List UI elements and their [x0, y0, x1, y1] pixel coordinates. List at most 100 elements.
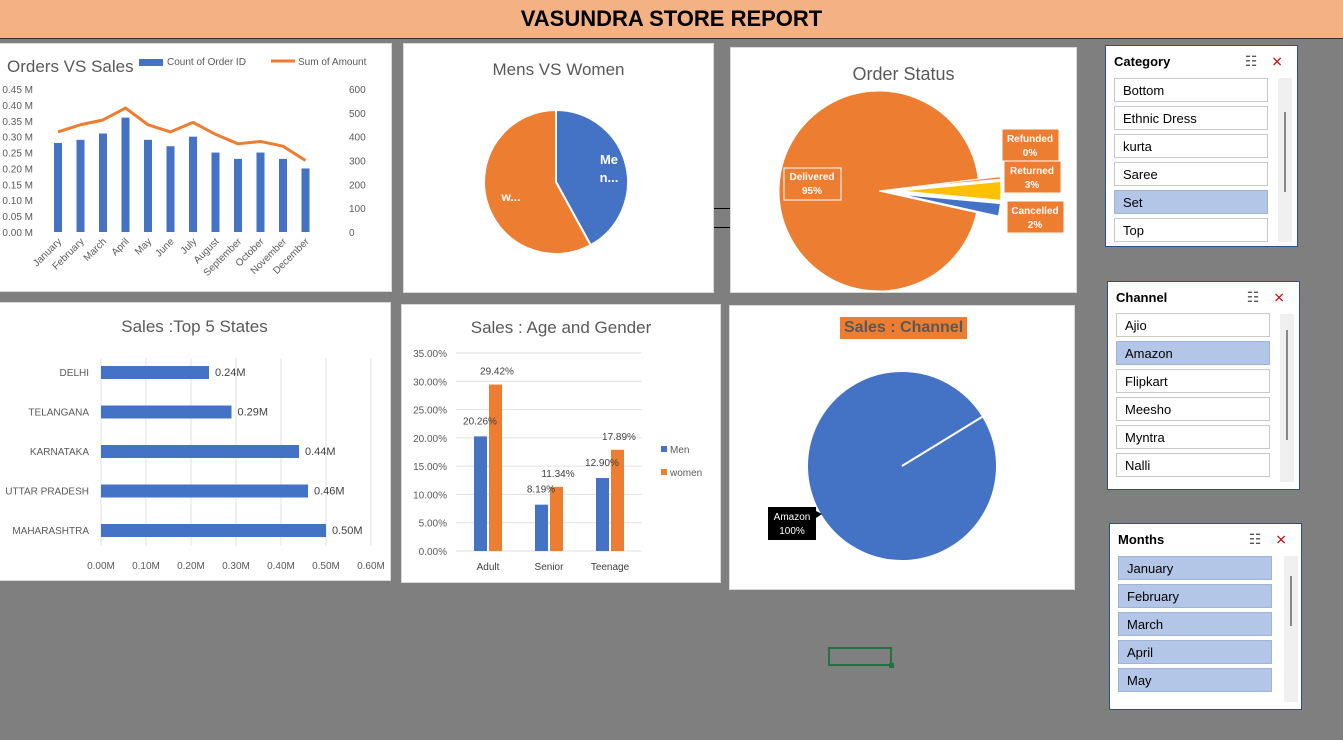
group-label: Adult: [477, 562, 500, 573]
slicer-item-march[interactable]: March: [1118, 612, 1272, 636]
left-axis-tick: 0.35 M: [2, 117, 33, 128]
slicer-scrollbar[interactable]: [1280, 314, 1294, 482]
channel-slicer[interactable]: Channel ☷ ⨯ Ajio Amazon Flipkart Meesho Myntr…: [1107, 281, 1300, 490]
orders-bar: [144, 139, 152, 232]
order-status-chart[interactable]: Order Status Delivered 95% Refunded 0% Retur…: [730, 47, 1077, 293]
cancelled-label-pct: 2%: [1028, 220, 1043, 231]
left-axis-tick: 0.00 M: [2, 228, 33, 239]
y-axis-tick: 15.00%: [413, 462, 447, 473]
slicer-item-january[interactable]: January: [1118, 556, 1272, 580]
men-label: Me: [600, 152, 618, 167]
order-status-plot: Delivered 95% Refunded 0% Returned 3% Cancelle…: [778, 90, 1065, 292]
slicer-item-may[interactable]: May: [1118, 668, 1272, 692]
month-label: April: [110, 236, 132, 258]
y-axis-tick: 30.00%: [413, 377, 447, 388]
slicer-item-flipkart[interactable]: Flipkart: [1116, 369, 1270, 393]
slicer-item-ajio[interactable]: Ajio: [1116, 313, 1270, 337]
state-value-label: 0.46M: [314, 486, 345, 498]
women-label: w...: [501, 190, 521, 204]
multi-select-icon[interactable]: ☷: [1249, 531, 1262, 547]
state-bar: [101, 484, 308, 498]
state-value-label: 0.24M: [215, 367, 246, 379]
legend-label-orders: Count of Order ID: [167, 57, 246, 68]
state-label: MAHARASHTRA: [12, 526, 89, 537]
channel-label-name: Amazon: [774, 512, 811, 523]
delivered-label-name: Delivered: [789, 172, 834, 183]
channel-label-pct: 100%: [779, 526, 805, 537]
y-axis-tick: 10.00%: [413, 490, 447, 501]
state-bar: [101, 366, 209, 379]
right-axis-tick: 100: [349, 204, 366, 215]
report-banner: VASUNDRA STORE REPORT: [0, 0, 1343, 39]
orders-bar: [76, 139, 85, 232]
slicer-item-amazon[interactable]: Amazon: [1116, 341, 1270, 365]
men-label: n...: [600, 170, 619, 185]
slicer-item-set[interactable]: Set: [1114, 190, 1268, 214]
active-cell[interactable]: [828, 647, 892, 666]
slicer-item-myntra[interactable]: Myntra: [1116, 425, 1270, 449]
slicer-item-kurta[interactable]: kurta: [1114, 134, 1268, 158]
delivered-label-pct: 95%: [802, 186, 822, 197]
left-axis-tick: 0.20 M: [2, 164, 33, 175]
men-bar: [535, 504, 548, 551]
mens-vs-women-chart[interactable]: Mens VS Women Me n... w...: [403, 43, 714, 293]
slicer-item-saree[interactable]: Saree: [1114, 162, 1268, 186]
men-value-label: 8.19%: [527, 485, 555, 496]
clear-filter-icon[interactable]: ⨯: [1275, 531, 1287, 547]
orders-bar: [121, 117, 130, 232]
orders-bar: [256, 152, 265, 232]
group-label: Senior: [535, 562, 565, 573]
left-axis-tick: 0.15 M: [2, 180, 33, 191]
age-gender-plot: 35.00% 30.00% 25.00% 20.00% 15.00% 10.00% 5.00…: [413, 349, 702, 573]
report-title: VASUNDRA STORE REPORT: [520, 6, 823, 31]
sales-channel-chart[interactable]: Sales : Channel Amazon 100%: [729, 305, 1075, 590]
slicer-item-meesho[interactable]: Meesho: [1116, 397, 1270, 421]
slicer-item-ethnic-dress[interactable]: Ethnic Dress: [1114, 106, 1268, 130]
orders-bar: [189, 136, 197, 232]
slicer-item-nalli[interactable]: Nalli: [1116, 453, 1270, 477]
legend-swatch-men: [661, 446, 667, 452]
age-gender-chart[interactable]: Sales : Age and Gender 35.00% 30.00% 25.00…: [401, 304, 721, 583]
slicer-title: Channel: [1116, 290, 1168, 305]
x-axis-tick: 0.50M: [312, 561, 340, 572]
women-value-label: 11.34%: [541, 469, 574, 480]
months-slicer[interactable]: Months ☷ ⨯ January February March April May: [1109, 523, 1302, 710]
multi-select-icon[interactable]: ☷: [1245, 53, 1258, 69]
state-value-label: 0.44M: [305, 446, 336, 458]
connector-line: [714, 227, 730, 228]
state-value-label: 0.29M: [238, 407, 269, 419]
right-axis-tick: 200: [349, 180, 366, 191]
y-axis-tick: 25.00%: [413, 406, 447, 417]
women-value-label: 17.89%: [602, 432, 636, 443]
left-axis-tick: 0.10 M: [2, 196, 33, 207]
cancelled-label-name: Cancelled: [1011, 206, 1058, 217]
slicer-item-april[interactable]: April: [1118, 640, 1272, 664]
clear-filter-icon[interactable]: ⨯: [1271, 53, 1283, 69]
clear-filter-icon[interactable]: ⨯: [1273, 289, 1285, 305]
orders-vs-sales-chart[interactable]: Orders VS Sales Count of Order ID Sum of …: [0, 43, 392, 292]
state-label: TELANGANA: [28, 408, 89, 419]
left-axis-tick: 0.25 M: [2, 149, 33, 160]
top-states-plot: 0.00M 0.10M 0.20M 0.30M 0.40M 0.50M 0.60M DELHI…: [5, 358, 385, 572]
slicer-item-february[interactable]: February: [1118, 584, 1272, 608]
left-axis-tick: 0.40 M: [2, 101, 33, 112]
connector-line: [714, 208, 730, 209]
state-bar: [101, 524, 326, 537]
slicer-scrollbar[interactable]: [1278, 78, 1292, 242]
top-states-chart[interactable]: Sales :Top 5 States 0.00M 0.10M 0.20M 0.30M…: [0, 302, 391, 581]
men-bar: [596, 478, 609, 551]
fill-handle[interactable]: [889, 663, 894, 668]
state-label: KARNATAKA: [30, 447, 89, 458]
x-axis-tick: 0.10M: [132, 561, 160, 572]
x-axis-tick: 0.20M: [177, 561, 205, 572]
slicer-scrollbar[interactable]: [1284, 556, 1298, 702]
state-label: DELHI: [60, 368, 89, 379]
orders-bar: [54, 143, 62, 232]
sales-line: [57, 106, 307, 162]
slicer-item-bottom[interactable]: Bottom: [1114, 78, 1268, 102]
multi-select-icon[interactable]: ☷: [1247, 289, 1260, 305]
slicer-item-top[interactable]: Top: [1114, 218, 1268, 242]
category-slicer[interactable]: Category ☷ ⨯ Bottom Ethnic Dress kurta Saree…: [1105, 45, 1298, 247]
month-label: March: [82, 236, 109, 263]
y-axis-tick: 5.00%: [419, 519, 447, 530]
